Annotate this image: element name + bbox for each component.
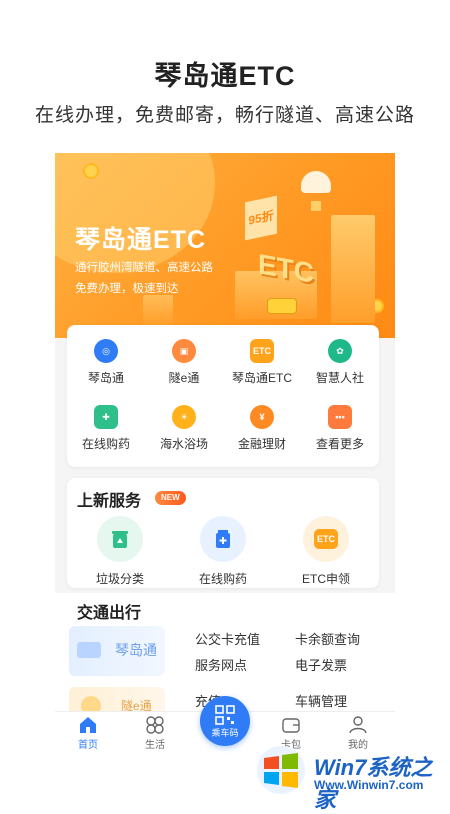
grid-item-etc[interactable]: ETC 琴岛通ETC xyxy=(223,339,301,386)
wallet-icon xyxy=(281,716,301,734)
grid-item-medicine[interactable]: ✚ 在线购药 xyxy=(67,405,145,452)
bus-card-image[interactable]: 琴岛通 xyxy=(69,626,165,676)
grid-label: 金融理财 xyxy=(237,437,286,451)
service-label: 在线购药 xyxy=(198,572,247,586)
etc-icon: ETC xyxy=(303,516,349,562)
etc-icon: ETC xyxy=(250,339,274,363)
home-icon xyxy=(78,716,98,734)
promo-subtitle: 在线办理，免费邮寄，畅行隧道、高速公路 xyxy=(34,105,415,126)
card-image-text: 琴岛通 xyxy=(115,642,157,658)
section-title: 上新服务 xyxy=(77,493,142,510)
link-balance-query[interactable]: 卡余额查询 xyxy=(295,629,360,648)
new-services-card: 上新服务 NEW 垃圾分类 在线购药 ETC ETC申领 xyxy=(67,478,379,588)
banner-title: 琴岛通ETC xyxy=(75,226,207,254)
banner-line-2: 免费办理，极速到达 xyxy=(75,283,179,295)
discount-tag: 95折 xyxy=(245,195,277,241)
user-icon xyxy=(348,716,368,734)
tab-ride-code[interactable]: 乘车码 xyxy=(200,696,250,746)
grid-label: 琴岛通 xyxy=(87,371,124,385)
new-service-medicine[interactable]: 在线购药 xyxy=(178,516,268,587)
trash-icon xyxy=(97,516,143,562)
tunnel-icon: ▣ xyxy=(172,339,196,363)
social-icon: ✿ xyxy=(328,339,352,363)
car-icon xyxy=(267,298,297,314)
medicine-icon: ✚ xyxy=(94,405,118,429)
qr-code-icon xyxy=(215,705,235,725)
link-e-invoice[interactable]: 电子发票 xyxy=(295,655,347,674)
life-icon xyxy=(145,716,165,734)
grid-label: 在线购药 xyxy=(81,437,130,451)
grid-item-beach[interactable]: ☀ 海水浴场 xyxy=(145,405,223,452)
card-icon xyxy=(77,642,101,658)
service-grid: ◎ 琴岛通 ▣ 隧e通 ETC 琴岛通ETC ✿ 智慧人社 ✚ 在线购药 ☀ 海… xyxy=(67,325,379,467)
coin-icon xyxy=(83,163,99,179)
new-service-trash[interactable]: 垃圾分类 xyxy=(75,516,165,587)
parcel-icon xyxy=(311,201,321,211)
link-vehicle-management[interactable]: 车辆管理 xyxy=(295,691,347,710)
tab-life[interactable]: 生活 xyxy=(125,716,185,751)
more-icon: ••• xyxy=(328,405,352,429)
medicine-icon xyxy=(200,516,246,562)
grid-label: 隧e通 xyxy=(168,371,200,385)
building-block xyxy=(331,215,375,323)
tab-home[interactable]: 首页 xyxy=(58,716,118,751)
new-service-etc[interactable]: ETC ETC申领 xyxy=(281,516,371,587)
service-label: 垃圾分类 xyxy=(95,572,144,586)
grid-item-social[interactable]: ✿ 智慧人社 xyxy=(301,339,379,386)
tab-label: 乘车码 xyxy=(211,728,239,738)
watermark-url: Www.Winwin7.com xyxy=(314,778,424,792)
watermark: Win7系统之家 Www.Winwin7.com xyxy=(248,742,448,812)
windows-logo-icon xyxy=(257,746,305,794)
promo-title: 琴岛通ETC xyxy=(154,61,296,91)
banner-line-1: 通行胶州湾隧道、高速公路 xyxy=(75,262,213,274)
tab-label: 首页 xyxy=(78,740,98,751)
section-title: 交通出行 xyxy=(77,605,142,622)
etc-banner[interactable]: 95折 ETC 琴岛通ETC 通行胶州湾隧道、高速公路 免费办理，极速到达 xyxy=(55,153,395,338)
cube-block xyxy=(143,295,173,325)
grid-item-more[interactable]: ••• 查看更多 xyxy=(301,405,379,452)
money-bag-icon: ¥ xyxy=(250,405,274,429)
link-service-outlets[interactable]: 服务网点 xyxy=(195,655,247,674)
balloon-icon xyxy=(301,171,331,193)
service-label: ETC申领 xyxy=(301,572,350,586)
grid-item-finance[interactable]: ¥ 金融理财 xyxy=(223,405,301,452)
qindaotong-logo-icon: ◎ xyxy=(94,339,118,363)
new-badge: NEW xyxy=(155,491,186,505)
link-bus-recharge[interactable]: 公交卡充值 xyxy=(195,629,260,648)
beach-icon: ☀ xyxy=(172,405,196,429)
tab-label: 生活 xyxy=(145,740,165,751)
app-screen: 95折 ETC 琴岛通ETC 通行胶州湾隧道、高速公路 免费办理，极速到达 ◎ … xyxy=(55,153,395,753)
grid-item-tunnel[interactable]: ▣ 隧e通 xyxy=(145,339,223,386)
etc-icon-text: ETC xyxy=(314,529,338,549)
grid-label: 智慧人社 xyxy=(315,371,364,385)
grid-label: 海水浴场 xyxy=(159,437,208,451)
grid-label: 查看更多 xyxy=(315,437,364,451)
grid-label: 琴岛通ETC xyxy=(231,371,292,385)
grid-item-qindaotong[interactable]: ◎ 琴岛通 xyxy=(67,339,145,386)
